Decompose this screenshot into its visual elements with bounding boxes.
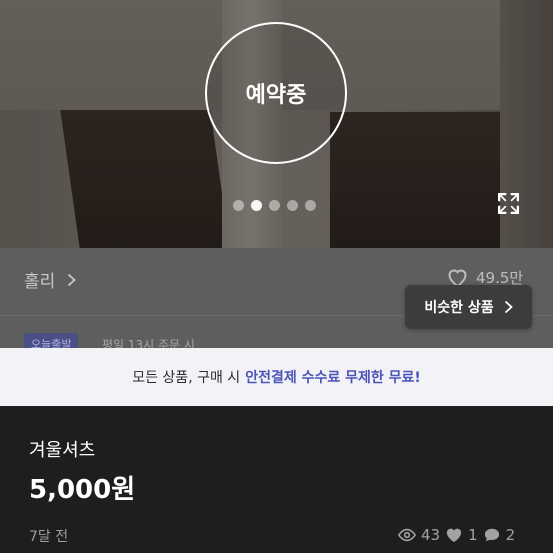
eye-icon bbox=[398, 528, 416, 542]
carousel-indicator bbox=[233, 200, 316, 211]
carousel-dot[interactable] bbox=[269, 200, 280, 211]
notice-prefix: 모든 상품, 구매 시 bbox=[132, 370, 241, 386]
similar-products-label: 비슷한 상품 bbox=[424, 300, 494, 316]
views-stat: 43 bbox=[398, 526, 440, 544]
chevron-right-icon bbox=[68, 273, 77, 286]
shop-name: 홀리 bbox=[24, 272, 56, 292]
similar-products-button[interactable]: 비슷한 상품 bbox=[405, 285, 532, 329]
favorites-count: 1 bbox=[468, 526, 478, 544]
heart-icon bbox=[446, 528, 462, 543]
posted-time: 7달 전 bbox=[29, 529, 69, 545]
chats-count: 2 bbox=[505, 526, 516, 544]
chats-stat: 2 bbox=[483, 526, 516, 544]
carousel-dot[interactable] bbox=[233, 200, 244, 211]
product-stats: 43 1 2 bbox=[398, 526, 515, 544]
carousel-dot[interactable] bbox=[287, 200, 298, 211]
product-details: 겨울셔츠 5,000원 7달 전 43 1 2 bbox=[0, 406, 553, 553]
product-price: 5,000원 bbox=[29, 475, 136, 505]
safe-payment-notice[interactable]: 모든 상품, 구매 시 안전결제 수수료 무제한 무료! bbox=[0, 348, 553, 406]
carousel-dot-active[interactable] bbox=[251, 200, 262, 211]
product-title: 겨울셔츠 bbox=[29, 440, 96, 461]
favorites-stat: 1 bbox=[445, 526, 478, 544]
expand-icon[interactable] bbox=[496, 191, 521, 216]
reserved-status-badge: 예약중 bbox=[205, 22, 347, 164]
shop-link[interactable]: 홀리 bbox=[24, 267, 77, 292]
views-count: 43 bbox=[421, 526, 441, 544]
chat-bubble-icon bbox=[484, 528, 499, 542]
notice-highlight: 안전결제 수수료 무제한 무료! bbox=[245, 370, 421, 386]
carousel-dot[interactable] bbox=[305, 200, 316, 211]
chevron-right-icon bbox=[504, 300, 513, 314]
